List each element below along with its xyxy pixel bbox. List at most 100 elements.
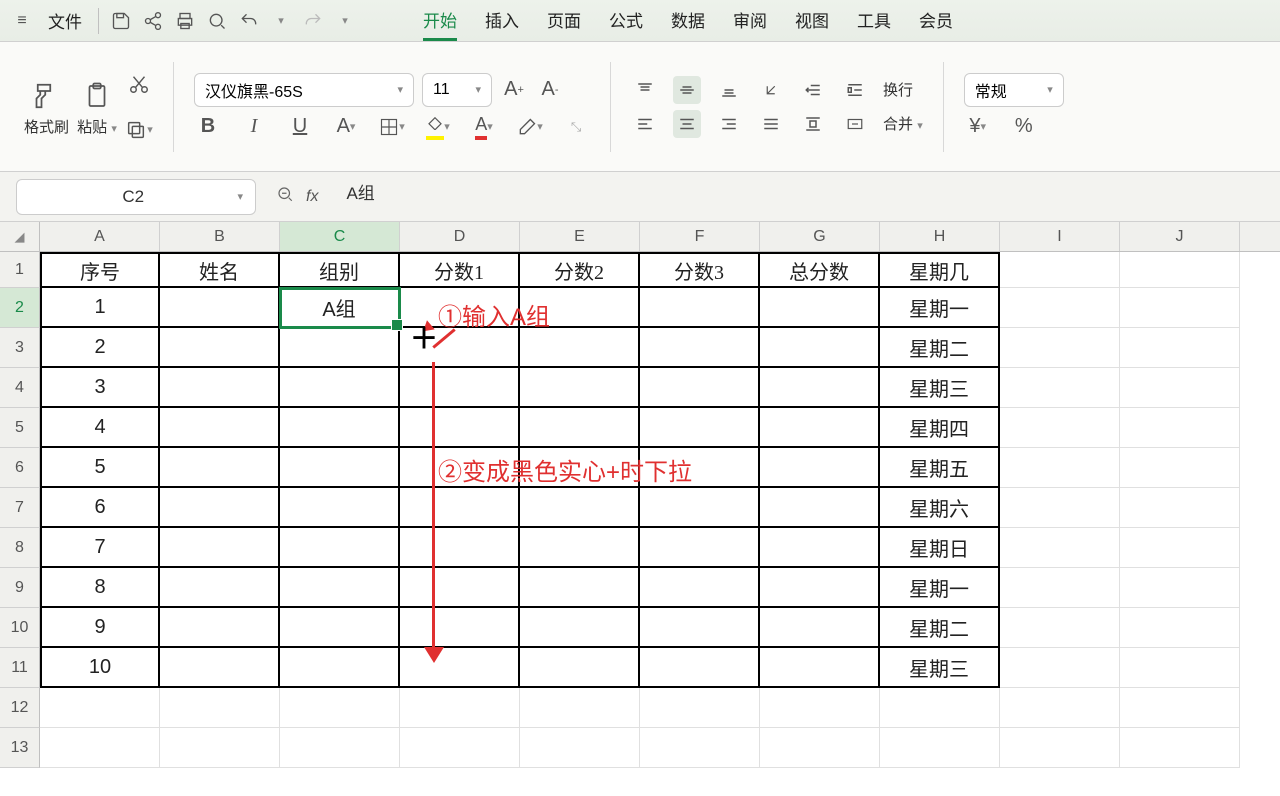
col-header-e[interactable]: E <box>520 222 640 251</box>
cell[interactable]: 姓名 <box>160 252 280 288</box>
cell[interactable] <box>520 408 640 448</box>
cell[interactable] <box>640 368 760 408</box>
tab-review[interactable]: 审阅 <box>733 1 767 41</box>
row-header[interactable]: 11 <box>0 648 40 688</box>
cell[interactable]: 6 <box>40 488 160 528</box>
cell[interactable] <box>160 568 280 608</box>
align-right-icon[interactable] <box>715 110 743 138</box>
cell[interactable] <box>760 648 880 688</box>
undo-icon[interactable] <box>235 7 263 35</box>
row-header[interactable]: 3 <box>0 328 40 368</box>
cell[interactable] <box>1120 368 1240 408</box>
col-header-i[interactable]: I <box>1000 222 1120 251</box>
cell[interactable] <box>160 488 280 528</box>
cell[interactable] <box>280 368 400 408</box>
cell[interactable] <box>640 408 760 448</box>
copy-icon[interactable]: ▾ <box>125 116 153 144</box>
col-header-d[interactable]: D <box>400 222 520 251</box>
share-icon[interactable] <box>139 7 167 35</box>
orientation-icon[interactable] <box>757 76 785 104</box>
cell[interactable] <box>40 728 160 768</box>
cell[interactable] <box>520 368 640 408</box>
cell[interactable] <box>640 728 760 768</box>
cell[interactable] <box>160 608 280 648</box>
cell[interactable] <box>1120 728 1240 768</box>
fx-icon[interactable]: fx <box>306 188 318 206</box>
tab-view[interactable]: 视图 <box>795 1 829 41</box>
cell[interactable] <box>520 448 640 488</box>
row-header[interactable]: 4 <box>0 368 40 408</box>
cell[interactable]: 5 <box>40 448 160 488</box>
cell[interactable]: 星期日 <box>880 528 1000 568</box>
cell[interactable]: 分数2 <box>520 252 640 288</box>
cell[interactable] <box>520 648 640 688</box>
indent-decrease-icon[interactable] <box>799 76 827 104</box>
font-expand-icon[interactable]: ⤡ <box>562 113 590 141</box>
more-dropdown-icon[interactable]: ▾ <box>331 7 359 35</box>
cell[interactable] <box>640 528 760 568</box>
cell[interactable] <box>1000 608 1120 648</box>
cell[interactable] <box>280 328 400 368</box>
cell[interactable] <box>280 608 400 648</box>
col-header-a[interactable]: A <box>40 222 160 251</box>
cell[interactable] <box>1120 648 1240 688</box>
row-header[interactable]: 10 <box>0 608 40 648</box>
cell[interactable] <box>1120 328 1240 368</box>
font-increase-icon[interactable]: A+ <box>500 76 528 104</box>
cell[interactable] <box>1120 252 1240 288</box>
font-effects-icon[interactable]: A ▾ <box>332 113 360 141</box>
cell[interactable] <box>1000 728 1120 768</box>
cell[interactable] <box>280 568 400 608</box>
col-header-g[interactable]: G <box>760 222 880 251</box>
align-top-icon[interactable] <box>631 76 659 104</box>
justify-icon[interactable] <box>757 110 785 138</box>
cell[interactable] <box>1000 488 1120 528</box>
cell[interactable] <box>760 688 880 728</box>
undo-dropdown-icon[interactable]: ▾ <box>267 7 295 35</box>
cell[interactable] <box>1120 568 1240 608</box>
row-header[interactable]: 5 <box>0 408 40 448</box>
cell[interactable] <box>400 288 520 328</box>
cell[interactable] <box>280 688 400 728</box>
cell[interactable] <box>520 608 640 648</box>
number-format-select[interactable]: 常规▾ <box>964 73 1064 107</box>
cell[interactable] <box>160 648 280 688</box>
cell[interactable] <box>400 528 520 568</box>
cell[interactable]: 序号 <box>40 252 160 288</box>
paste-icon[interactable] <box>77 76 117 116</box>
tab-start[interactable]: 开始 <box>423 1 457 41</box>
cell[interactable] <box>160 368 280 408</box>
cell[interactable] <box>280 408 400 448</box>
cell[interactable] <box>1000 568 1120 608</box>
cell[interactable]: 10 <box>40 648 160 688</box>
cell[interactable]: 3 <box>40 368 160 408</box>
cell[interactable] <box>160 288 280 328</box>
cell[interactable] <box>640 288 760 328</box>
col-header-f[interactable]: F <box>640 222 760 251</box>
cell[interactable] <box>1000 252 1120 288</box>
cell[interactable] <box>520 568 640 608</box>
col-header-b[interactable]: B <box>160 222 280 251</box>
cell[interactable] <box>1000 648 1120 688</box>
row-header[interactable]: 7 <box>0 488 40 528</box>
cell[interactable] <box>40 688 160 728</box>
cell[interactable] <box>400 648 520 688</box>
cell[interactable] <box>400 488 520 528</box>
cell[interactable] <box>1120 608 1240 648</box>
cell[interactable] <box>280 448 400 488</box>
cell[interactable] <box>760 448 880 488</box>
cell[interactable] <box>1000 528 1120 568</box>
tab-member[interactable]: 会员 <box>919 1 953 41</box>
cell[interactable] <box>280 728 400 768</box>
cell[interactable] <box>400 728 520 768</box>
cell[interactable] <box>880 688 1000 728</box>
cell[interactable]: A组 <box>280 288 400 328</box>
cell[interactable]: 8 <box>40 568 160 608</box>
cell[interactable] <box>400 568 520 608</box>
zoom-out-icon[interactable] <box>276 185 294 208</box>
app-menu-icon[interactable]: ≡ <box>8 7 36 35</box>
font-size-select[interactable]: 11▾ <box>422 73 492 107</box>
cell[interactable] <box>1000 288 1120 328</box>
cell[interactable] <box>1000 328 1120 368</box>
cell[interactable] <box>400 608 520 648</box>
